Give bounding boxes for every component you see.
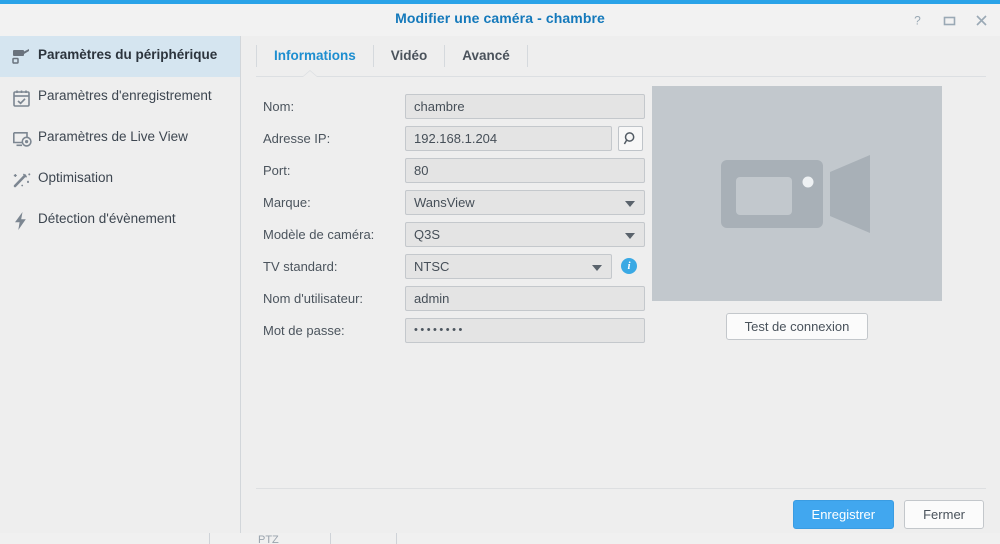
edit-camera-dialog: Modifier une caméra - chambre ? Paramètr… [0, 0, 1000, 533]
brand-value: WansView [414, 194, 475, 210]
field-row-name: Nom: [263, 90, 668, 122]
camera-model-value: Q3S [414, 226, 441, 242]
sidebar-item-event-detection[interactable]: Détection d'évènement [0, 200, 240, 241]
port-label: Port: [263, 162, 291, 178]
background-table-strip: PTZ [0, 532, 1000, 544]
background-column-divider [396, 533, 397, 544]
sidebar-item-label: Paramètres du périphérique [38, 47, 218, 62]
tab-separator [256, 76, 986, 77]
chevron-down-icon [592, 264, 602, 271]
sidebar-item-recording-settings[interactable]: Paramètres d'enregistrement [0, 77, 240, 118]
maximize-icon[interactable] [940, 11, 958, 29]
magic-wand-icon [12, 169, 38, 191]
help-icon[interactable]: ? [908, 11, 926, 29]
background-column-divider [330, 533, 331, 544]
test-connection-button[interactable]: Test de connexion [726, 313, 868, 340]
camera-icon [12, 46, 38, 68]
sidebar-item-label: Optimisation [38, 170, 114, 185]
sidebar-item-optimization[interactable]: Optimisation [0, 159, 240, 200]
calendar-check-icon [12, 87, 38, 109]
tab-label: Vidéo [390, 47, 428, 63]
password-label: Mot de passe: [263, 322, 345, 338]
title-bar: Modifier une caméra - chambre ? [0, 4, 1000, 36]
close-icon[interactable] [972, 11, 990, 29]
search-icon[interactable] [618, 125, 643, 151]
active-tab-indicator [303, 71, 317, 77]
tab-label: Avancé [462, 47, 510, 63]
tab-bar: Informations Vidéo Avancé [242, 36, 1000, 75]
window-controls: ? [908, 11, 990, 29]
field-row-camera-model: Modèle de caméra: Q3S [263, 218, 668, 250]
brand-select[interactable]: WansView [405, 189, 645, 215]
camera-model-select[interactable]: Q3S [405, 221, 645, 247]
footer-separator [256, 488, 986, 489]
field-row-password: Mot de passe: •••••••• [263, 314, 668, 346]
port-input[interactable] [405, 157, 645, 183]
tab-video[interactable]: Vidéo [374, 44, 446, 67]
background-column-divider [209, 533, 210, 544]
name-label: Nom: [263, 98, 295, 114]
test-connection-row: Test de connexion [652, 313, 942, 340]
background-ghost-label: PTZ [258, 534, 279, 544]
window-title: Modifier une caméra - chambre [395, 10, 605, 26]
svg-text:?: ? [914, 14, 921, 27]
close-button[interactable]: Fermer [904, 500, 984, 529]
sidebar-item-device-settings[interactable]: Paramètres du périphérique [0, 36, 240, 77]
tab-informations[interactable]: Informations [256, 44, 374, 67]
ip-address-label: Adresse IP: [263, 130, 331, 146]
sidebar-item-live-view-settings[interactable]: Paramètres de Live View [0, 118, 240, 159]
username-input[interactable] [405, 285, 645, 311]
info-icon[interactable]: i [621, 258, 637, 274]
tv-standard-value: NTSC [414, 258, 450, 274]
dialog-footer: Enregistrer Fermer [792, 500, 984, 529]
sidebar-item-label: Détection d'évènement [38, 211, 176, 226]
chevron-down-icon [625, 200, 635, 207]
password-input[interactable]: •••••••• [405, 317, 645, 343]
camera-info-form: Nom: Adresse IP: P [263, 90, 668, 346]
tv-standard-select[interactable]: NTSC [405, 253, 612, 279]
chevron-down-icon [625, 232, 635, 239]
lightning-bolt-icon [12, 210, 38, 232]
save-button[interactable]: Enregistrer [792, 500, 895, 529]
tab-label: Informations [274, 47, 356, 63]
username-label: Nom d'utilisateur: [263, 290, 364, 306]
ip-address-input[interactable] [405, 125, 612, 151]
field-row-username: Nom d'utilisateur: [263, 282, 668, 314]
content-panel: Informations Vidéo Avancé Nom: Adresse I… [242, 36, 1000, 533]
camera-model-label: Modèle de caméra: [263, 226, 375, 242]
camera-preview-section: Test de connexion [652, 86, 942, 340]
sidebar-item-label: Paramètres d'enregistrement [38, 88, 212, 103]
brand-label: Marque: [263, 194, 311, 210]
sidebar-item-label: Paramètres de Live View [38, 129, 188, 144]
video-camera-placeholder-icon [720, 154, 875, 234]
name-input[interactable] [405, 93, 645, 119]
tab-advanced[interactable]: Avancé [445, 44, 528, 67]
field-row-port: Port: [263, 154, 668, 186]
tv-standard-label: TV standard: [263, 258, 338, 274]
field-row-ip-address: Adresse IP: [263, 122, 668, 154]
password-value: •••••••• [414, 323, 465, 336]
camera-preview-placeholder [652, 86, 942, 301]
field-row-brand: Marque: WansView [263, 186, 668, 218]
monitor-record-icon [12, 128, 38, 150]
field-row-tv-standard: TV standard: NTSC i [263, 250, 668, 282]
sidebar: Paramètres du périphérique Paramètres d'… [0, 36, 241, 533]
